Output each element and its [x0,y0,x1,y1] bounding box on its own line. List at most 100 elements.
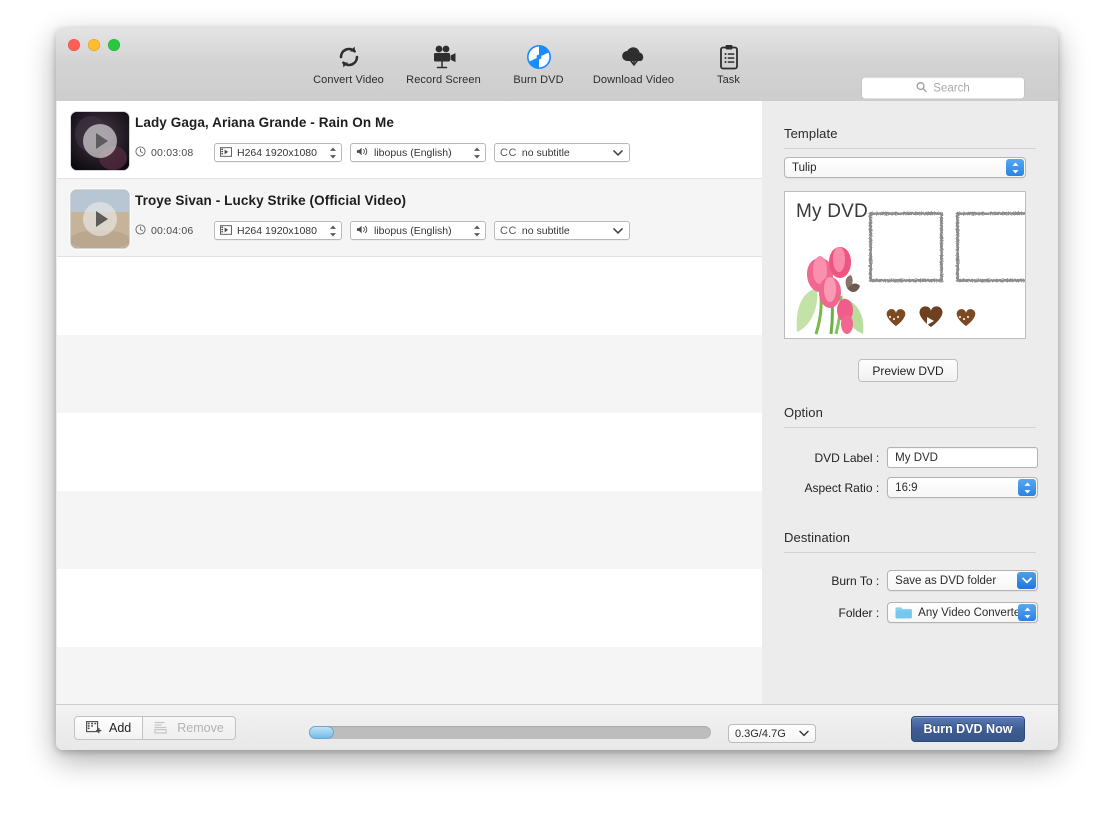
video-list[interactable]: Lady Gaga, Ariana Grande - Rain On Me 00… [57,101,763,705]
slider-track [309,726,711,739]
stepper-icon[interactable] [473,224,481,237]
slider-handle[interactable] [309,726,334,739]
clock-icon [135,223,146,238]
toolbar-item-convert-video[interactable]: Convert Video [301,40,396,86]
screen: Convert Video Record Screen Burn DVD Dow… [0,0,1112,834]
subtitle-value: no subtitle [521,146,570,159]
chevron-down-icon[interactable] [1017,572,1036,589]
list-item[interactable] [57,569,762,647]
burn-to-select[interactable]: Save as DVD folder [887,570,1038,591]
section-title: Option [784,405,823,420]
play-icon [83,124,117,158]
chevron-down-icon[interactable] [613,227,623,234]
burn-to-label: Burn To : [831,573,880,588]
video-meta: 00:04:06 H264 1920x1080 libopus (English… [135,221,630,240]
template-section-header: Template [784,126,1036,149]
audio-track-value: libopus (English) [374,224,452,237]
clipboard-icon [717,40,741,70]
tulip-illustration [796,247,864,335]
folder-label: Folder : [838,605,880,620]
preview-dvd-button[interactable]: Preview DVD [858,359,958,382]
cc-icon: CC [500,224,517,237]
add-label: Add [109,721,132,735]
subtitle-select[interactable]: CC no subtitle [494,143,630,162]
disc-size-select[interactable]: 0.3G/4.7G [728,724,816,743]
remove-button[interactable]: Remove [143,716,236,740]
audio-track-select[interactable]: libopus (English) [350,221,486,240]
dvd-preview[interactable]: My DVD [784,191,1026,339]
remove-label: Remove [177,721,224,735]
bottom-bar: Add Remove 0.3G/4.7G Burn DVD Now [56,704,1058,750]
toolbar-item-download-video[interactable]: Download Video [586,40,681,86]
stepper-icon[interactable] [473,146,481,159]
divider [784,148,1036,149]
burn-to-value: Save as DVD folder [895,574,997,587]
disc-size-value: 0.3G/4.7G [735,727,786,740]
aspect-ratio-select[interactable]: 16:9 [887,477,1038,498]
add-button[interactable]: Add [74,716,144,740]
audio-track-select[interactable]: libopus (English) [350,143,486,162]
subtitle-select[interactable]: CC no subtitle [494,221,630,240]
list-item[interactable] [57,257,762,335]
minimize-window-button[interactable] [88,39,100,51]
stepper-icon[interactable] [1006,159,1024,176]
table-row[interactable]: Troye Sivan - Lucky Strike (Official Vid… [57,179,762,257]
play-icon [83,202,117,236]
toolbar-item-label: Burn DVD [513,74,564,86]
section-title: Template [784,126,838,141]
film-icon [220,144,232,162]
aspect-ratio-value: 16:9 [895,481,918,494]
speaker-icon [356,222,369,240]
divider [784,552,1036,553]
template-value: Tulip [792,161,817,174]
toolbar-item-record-screen[interactable]: Record Screen [396,40,491,86]
burn-disc-icon [526,40,552,70]
stepper-icon[interactable] [1018,604,1036,621]
video-title: Lady Gaga, Ariana Grande - Rain On Me [135,115,395,130]
toolbar-item-burn-dvd[interactable]: Burn DVD [491,40,586,86]
clock-icon [135,145,146,160]
toolbar-item-task[interactable]: Task [681,40,776,86]
table-row[interactable]: Lady Gaga, Ariana Grande - Rain On Me 00… [57,101,762,179]
folder-icon [895,606,913,619]
film-icon [220,222,232,240]
list-item[interactable] [57,647,762,705]
duration-text: 00:04:06 [151,224,194,237]
burn-to-row: Burn To : Save as DVD folder [784,570,1038,591]
window-controls [68,39,120,51]
dvd-label-input[interactable]: My DVD [887,447,1038,468]
stepper-icon[interactable] [329,224,337,237]
dvd-chapter-frame [869,212,943,282]
remove-icon [154,721,170,735]
capacity-slider[interactable] [309,726,711,739]
toolbar-items: Convert Video Record Screen Burn DVD Dow… [301,40,776,86]
subtitle-value: no subtitle [521,224,570,237]
stepper-icon[interactable] [329,146,337,159]
video-thumbnail[interactable] [70,189,130,249]
video-codec-select[interactable]: H264 1920x1080 [214,143,342,162]
list-item[interactable] [57,335,762,413]
chevron-down-icon[interactable] [799,730,809,737]
settings-panel: Template Tulip My DVD Preview DVD Option… [762,101,1058,705]
video-codec-select[interactable]: H264 1920x1080 [214,221,342,240]
chevron-down-icon[interactable] [613,149,623,156]
video-meta: 00:03:08 H264 1920x1080 libopus (English… [135,143,630,162]
list-item[interactable] [57,491,762,569]
window-body: Lady Gaga, Ariana Grande - Rain On Me 00… [56,101,1058,750]
duration: 00:03:08 [135,145,207,160]
destination-section-header: Destination [784,530,1036,553]
toolbar-item-label: Task [716,74,741,86]
burn-dvd-now-button[interactable]: Burn DVD Now [911,716,1025,742]
folder-select[interactable]: Any Video Converte... [887,602,1038,623]
template-select[interactable]: Tulip [784,157,1026,178]
camera-icon [430,40,458,70]
zoom-window-button[interactable] [108,39,120,51]
burn-dvd-now-label: Burn DVD Now [923,722,1013,736]
search-placeholder: Search [933,82,970,94]
close-window-button[interactable] [68,39,80,51]
list-item[interactable] [57,413,762,491]
search-field[interactable]: Search [861,76,1025,100]
stepper-icon[interactable] [1018,479,1036,496]
video-thumbnail[interactable] [70,111,130,171]
audio-track-value: libopus (English) [374,146,452,159]
